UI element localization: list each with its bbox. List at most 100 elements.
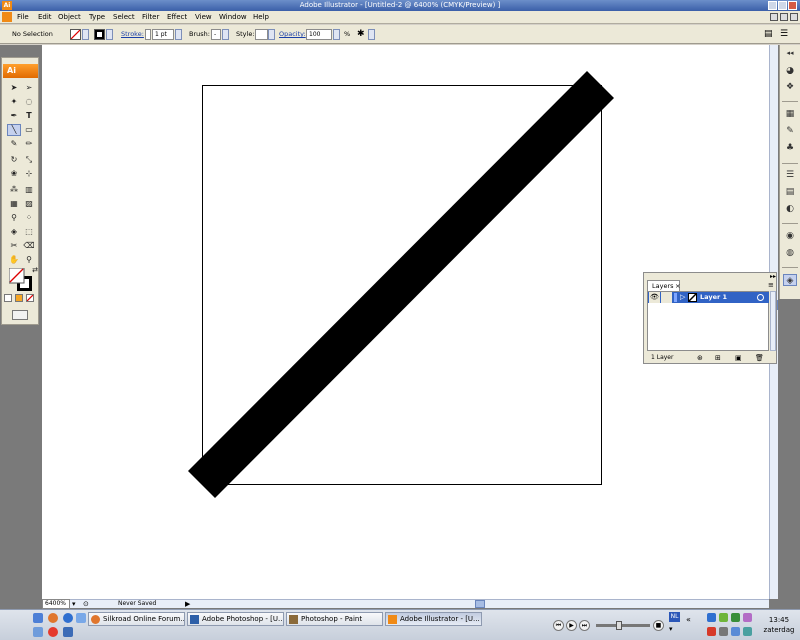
tab-close-icon[interactable]: × <box>675 281 680 291</box>
slice-tool-icon[interactable]: ✂ <box>7 240 21 252</box>
brush-field[interactable]: - <box>211 29 221 40</box>
stroke-color-dropdown[interactable] <box>106 29 113 40</box>
volume-slider-thumb[interactable] <box>616 621 622 630</box>
doc-restore-button[interactable] <box>780 13 788 21</box>
pencil-tool-icon[interactable]: ✏ <box>22 138 36 150</box>
pen-tool-icon[interactable]: ✒ <box>7 110 21 122</box>
paintbrush-tool-icon[interactable]: ✎ <box>7 138 21 150</box>
previous-track-icon[interactable]: ⏮ <box>553 620 564 631</box>
brush-dropdown[interactable] <box>222 29 229 40</box>
color-mode-button[interactable] <box>4 294 12 302</box>
recolor-icon[interactable]: ✱ <box>357 25 365 44</box>
appearance-panel-icon[interactable]: ◉ <box>783 230 797 242</box>
panel-collapse-icon[interactable]: ▸▸ <box>770 273 776 280</box>
style-dropdown[interactable] <box>268 29 275 40</box>
graphic-styles-panel-icon[interactable]: ◍ <box>783 247 797 259</box>
transparency-panel-icon[interactable]: ◐ <box>783 203 797 215</box>
menu-filter[interactable]: Filter <box>142 11 159 24</box>
swap-fill-stroke-icon[interactable]: ⇄ <box>28 264 42 276</box>
eyedropper-tool-icon[interactable]: ⚲ <box>7 212 21 224</box>
firefox-quicklaunch-icon[interactable] <box>48 613 58 623</box>
language-options-icon[interactable]: ▾ <box>669 625 673 633</box>
diagonal-stroke-shape[interactable] <box>188 71 614 498</box>
color-guide-icon[interactable]: ❖ <box>783 81 797 93</box>
messenger-quicklaunch-icon[interactable] <box>33 627 43 637</box>
doc-close-button[interactable] <box>790 13 798 21</box>
hand-tool-icon[interactable]: ✋ <box>7 254 21 266</box>
task-adobe-photoshop[interactable]: Adobe Photoshop - [U... <box>187 612 284 626</box>
document-icon[interactable] <box>2 12 12 22</box>
task-adobe-illustrator[interactable]: Adobe Illustrator - [U... <box>385 612 482 626</box>
line-tool-icon[interactable]: ╲ <box>7 124 21 136</box>
layer-name[interactable]: Layer 1 <box>700 292 727 303</box>
expand-triangle-icon[interactable]: ▷ <box>680 292 685 303</box>
magic-wand-tool-icon[interactable]: ✦ <box>7 96 21 108</box>
tray-word-icon[interactable] <box>707 613 716 622</box>
type-tool-icon[interactable]: T <box>22 110 36 122</box>
explorer-quicklaunch-icon[interactable] <box>76 613 86 623</box>
gradient-tool-icon[interactable]: ▨ <box>22 198 36 210</box>
screen-mode-button[interactable] <box>12 310 28 320</box>
menu-file[interactable]: File <box>17 11 29 24</box>
layers-scrollbar[interactable] <box>770 291 776 351</box>
live-paint-selection-tool-icon[interactable]: ⬚ <box>22 226 36 238</box>
rotate-tool-icon[interactable]: ↻ <box>7 154 21 166</box>
tray-app-icon[interactable] <box>743 613 752 622</box>
rectangle-tool-icon[interactable]: ▭ <box>22 124 36 136</box>
delete-layer-icon[interactable]: 🗑 <box>755 353 764 363</box>
task-silkroad-forum[interactable]: Silkroad Online Forum... <box>88 612 185 626</box>
opacity-label[interactable]: Opacity: <box>279 25 306 44</box>
zoom-dropdown-icon[interactable]: ▾ <box>72 599 76 609</box>
graph-tool-icon[interactable]: ▥ <box>22 184 36 196</box>
symbols-panel-icon[interactable]: ♣ <box>783 142 797 154</box>
blend-tool-icon[interactable]: ⁘ <box>22 212 36 224</box>
system-clock[interactable]: 13:45 zaterdag <box>760 615 798 635</box>
create-sublayer-icon[interactable]: ⊞ <box>715 353 721 363</box>
free-transform-tool-icon[interactable]: ⊹ <box>22 168 36 180</box>
direct-selection-tool-icon[interactable]: ➢ <box>22 82 36 94</box>
visibility-eye-icon[interactable]: 👁 <box>649 292 660 303</box>
doc-minimize-button[interactable] <box>770 13 778 21</box>
none-mode-button[interactable] <box>26 294 34 302</box>
menu-help[interactable]: Help <box>253 11 269 24</box>
close-button[interactable] <box>788 1 797 10</box>
layers-panel-icon[interactable]: ◈ <box>783 274 797 286</box>
stroke-label[interactable]: Stroke: <box>121 25 144 44</box>
lock-toggle[interactable] <box>661 292 672 303</box>
lasso-tool-icon[interactable]: ◌ <box>22 96 36 108</box>
tray-green-icon[interactable] <box>719 613 728 622</box>
media-quicklaunch-icon[interactable] <box>63 627 73 637</box>
tray-expand-icon[interactable]: « <box>686 615 691 624</box>
make-clipping-mask-icon[interactable]: ⊛ <box>697 353 703 363</box>
menu-object[interactable]: Object <box>58 11 81 24</box>
menu-effect[interactable]: Effect <box>167 11 187 24</box>
volume-slider[interactable] <box>596 621 650 630</box>
gradient-mode-button[interactable] <box>15 294 23 302</box>
selection-tool-icon[interactable]: ➤ <box>7 82 21 94</box>
panel-options-icon[interactable]: ▤ <box>764 25 773 44</box>
show-desktop-icon[interactable] <box>33 613 43 623</box>
zoom-level-field[interactable]: 6400% <box>42 599 70 609</box>
maximize-button[interactable] <box>778 1 787 10</box>
swatches-panel-icon[interactable]: ▦ <box>783 108 797 120</box>
fill-swatch[interactable] <box>70 29 81 40</box>
eraser-tool-icon[interactable]: ⌫ <box>22 240 36 252</box>
language-indicator[interactable]: NL <box>669 612 680 622</box>
browser-quicklaunch-icon[interactable] <box>63 613 73 623</box>
recolor-dropdown[interactable] <box>368 29 375 40</box>
brushes-panel-icon[interactable]: ✎ <box>783 125 797 137</box>
opacity-dropdown[interactable] <box>333 29 340 40</box>
tray-speaker-icon[interactable] <box>719 627 728 636</box>
menu-window[interactable]: Window <box>219 11 247 24</box>
panel-menu-icon[interactable]: ≡ <box>768 281 774 289</box>
opera-quicklaunch-icon[interactable] <box>48 627 58 637</box>
status-menu-icon[interactable]: ⊙ <box>83 599 89 609</box>
workspace-menu-icon[interactable]: ☰ <box>780 25 788 44</box>
horizontal-scroll-thumb[interactable] <box>475 600 485 608</box>
live-paint-bucket-tool-icon[interactable]: ◈ <box>7 226 21 238</box>
opacity-field[interactable]: 100 <box>306 29 332 40</box>
scale-tool-icon[interactable]: ⤡ <box>22 154 36 166</box>
dock-expand-icon[interactable]: ◂◂ <box>783 47 797 59</box>
layer-row[interactable]: 👁 ▷ Layer 1 <box>648 292 769 303</box>
menu-select[interactable]: Select <box>113 11 135 24</box>
